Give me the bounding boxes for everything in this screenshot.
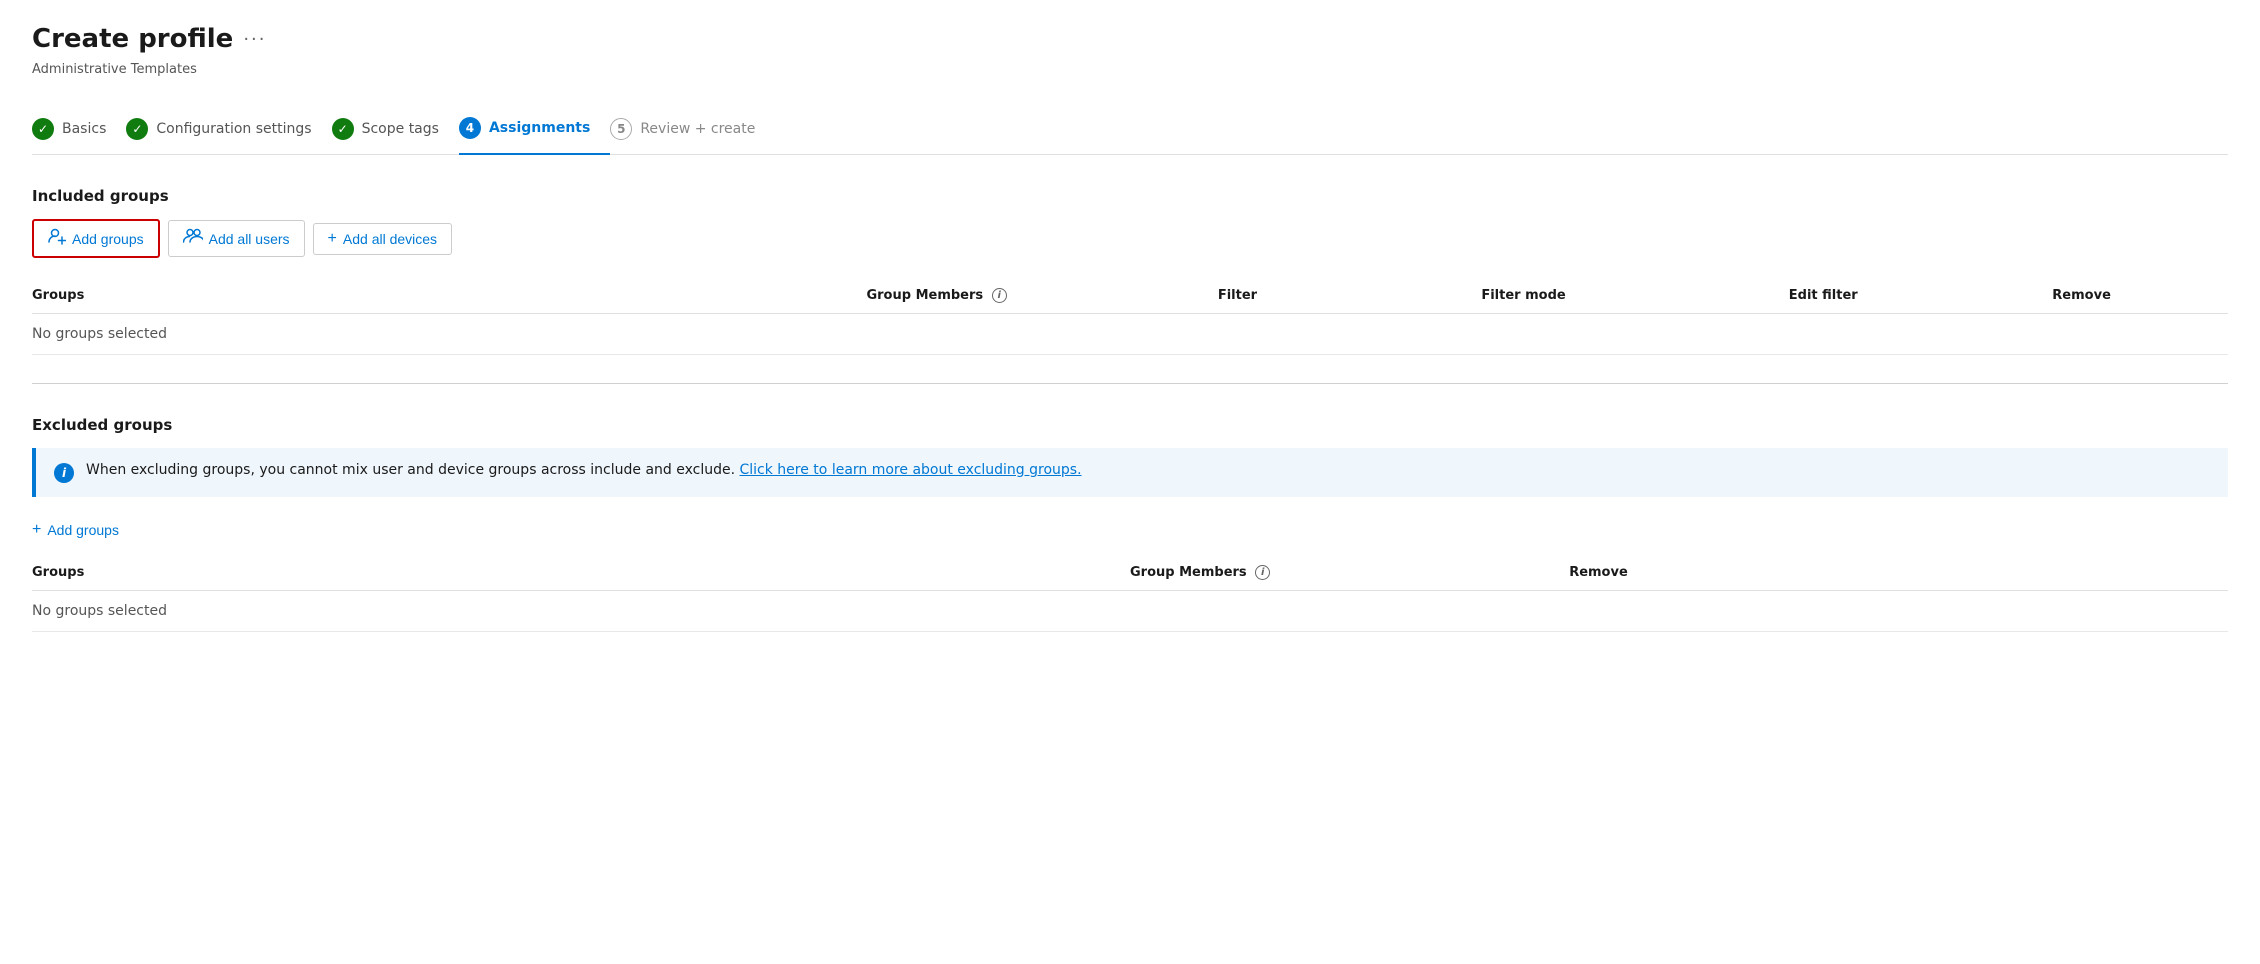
excluded-info-banner: i When excluding groups, you cannot mix …	[32, 448, 2228, 497]
included-empty-message: No groups selected	[32, 314, 2228, 355]
excluded-members-info-icon[interactable]: i	[1255, 565, 1270, 580]
step-config-check-icon: ✓	[126, 118, 148, 140]
included-add-groups-label: Add groups	[72, 231, 144, 247]
included-groups-header: Included groups	[32, 187, 2228, 205]
included-add-all-devices-label: Add all devices	[343, 231, 437, 247]
included-col-filtermode: Filter mode	[1481, 278, 1788, 314]
excluded-col-groups: Groups	[32, 555, 1130, 591]
included-groups-table: Groups Group Members i Filter Filter mod…	[32, 278, 2228, 355]
page-title-container: Create profile ···	[32, 24, 2228, 58]
step-assignments[interactable]: 4 Assignments	[459, 105, 610, 155]
step-review-num-icon: 5	[610, 118, 632, 140]
step-basics[interactable]: ✓ Basics	[32, 106, 126, 154]
step-assignments-num-icon: 4	[459, 117, 481, 139]
excluded-groups-header: Excluded groups	[32, 416, 2228, 434]
step-assignments-label: Assignments	[489, 120, 590, 136]
step-scope-check-icon: ✓	[332, 118, 354, 140]
included-groups-section: Included groups Add groups	[32, 187, 2228, 355]
step-configuration-settings[interactable]: ✓ Configuration settings	[126, 106, 331, 154]
excluded-add-groups-button[interactable]: + Add groups	[32, 521, 119, 555]
included-add-groups-icon	[48, 227, 66, 250]
page-title-text: Create profile	[32, 24, 233, 54]
excluded-empty-message: No groups selected	[32, 591, 2228, 632]
excluded-col-members: Group Members i	[1130, 555, 1569, 591]
included-col-editfilter: Edit filter	[1789, 278, 2053, 314]
included-add-all-devices-icon: +	[328, 230, 337, 248]
info-banner-icon: i	[54, 463, 74, 483]
included-add-all-devices-button[interactable]: + Add all devices	[313, 223, 453, 255]
included-add-all-users-label: Add all users	[209, 231, 290, 247]
page-title-ellipsis: ···	[243, 29, 266, 50]
step-scope-label: Scope tags	[362, 121, 439, 137]
excluded-empty-row: No groups selected	[32, 591, 2228, 632]
included-col-remove: Remove	[2052, 278, 2228, 314]
included-col-groups: Groups	[32, 278, 866, 314]
included-add-all-users-icon	[183, 227, 203, 250]
step-review-label: Review + create	[640, 121, 755, 137]
wizard-steps: ✓ Basics ✓ Configuration settings ✓ Scop…	[32, 105, 2228, 155]
excluded-col-remove: Remove	[1569, 555, 2228, 591]
excluded-groups-table: Groups Group Members i Remove No groups …	[32, 555, 2228, 632]
excluded-add-groups-icon: +	[32, 521, 41, 539]
step-basics-check-icon: ✓	[32, 118, 54, 140]
included-col-filter: Filter	[1218, 278, 1482, 314]
included-add-groups-button[interactable]: Add groups	[32, 219, 160, 258]
page-subtitle: Administrative Templates	[32, 62, 2228, 77]
info-banner-text: When excluding groups, you cannot mix us…	[86, 462, 1082, 478]
info-banner-link[interactable]: Click here to learn more about excluding…	[740, 462, 1082, 478]
included-add-all-users-button[interactable]: Add all users	[168, 220, 305, 257]
included-empty-row: No groups selected	[32, 314, 2228, 355]
step-scope-tags[interactable]: ✓ Scope tags	[332, 106, 459, 154]
excluded-add-groups-label: Add groups	[47, 522, 119, 538]
excluded-groups-section: Excluded groups i When excluding groups,…	[32, 416, 2228, 632]
step-config-label: Configuration settings	[156, 121, 311, 137]
section-divider	[32, 383, 2228, 384]
step-basics-label: Basics	[62, 121, 106, 137]
step-review-create[interactable]: 5 Review + create	[610, 106, 775, 154]
included-col-members: Group Members i	[866, 278, 1217, 314]
page-title: Create profile ···	[32, 24, 266, 54]
included-members-info-icon[interactable]: i	[992, 288, 1007, 303]
included-groups-actions: Add groups Add all users + Add all devic…	[32, 219, 2228, 258]
